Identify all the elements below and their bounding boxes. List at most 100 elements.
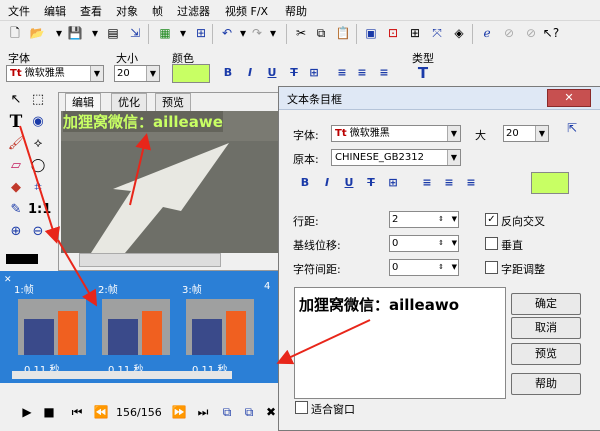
spin-icon[interactable]: ⇕ <box>438 212 444 227</box>
baseline-input[interactable]: 0 ⇕ ▼ <box>389 235 459 252</box>
menu-help[interactable]: 帮助 <box>285 3 307 19</box>
lasso-tool-icon[interactable]: ⟡ <box>28 134 48 154</box>
grid-icon[interactable]: ⊞ <box>406 24 424 42</box>
font-select[interactable]: Tt 微软雅黑 ▼ <box>6 65 104 82</box>
dropdown-arrow-icon[interactable]: ▾ <box>86 24 104 42</box>
cut-icon[interactable]: ✂ <box>292 24 310 42</box>
effect-icon[interactable]: ◈ <box>450 24 468 42</box>
chevron-down-icon[interactable]: ▼ <box>452 236 457 251</box>
wrap-icon[interactable]: ⊞ <box>306 65 322 81</box>
vertical-checkbox[interactable] <box>485 237 498 250</box>
text-preview-box[interactable]: 加狸窝微信：ailleawo <box>294 287 506 399</box>
crop-tool-icon[interactable]: ⌗ <box>28 178 48 198</box>
select-rect-icon[interactable]: ⬚ <box>28 90 48 110</box>
new-file-icon[interactable]: 🗋 <box>6 24 24 42</box>
frame-item[interactable]: 3:帧 0.11 秒 <box>180 281 260 379</box>
help-pointer-icon[interactable]: ↖? <box>542 24 560 42</box>
speech-bubble-icon[interactable]: ◯ <box>28 156 48 176</box>
text-type-icon[interactable]: T <box>415 65 431 81</box>
image-canvas[interactable]: 加狸窝微信：ailleawe <box>61 111 282 253</box>
stop-icon[interactable]: ■ <box>40 403 58 421</box>
crop-icon[interactable]: ▣ <box>362 24 380 42</box>
char-spacing-input[interactable]: 0 ⇕ ▼ <box>389 259 459 276</box>
menu-frame[interactable]: 帧 <box>152 3 163 19</box>
actual-size-icon[interactable]: 1:1 <box>28 200 51 220</box>
align-left-icon[interactable]: ≡ <box>334 65 350 81</box>
image-icon[interactable]: ▦ <box>156 24 174 42</box>
line-spacing-input[interactable]: 2 ⇕ ▼ <box>389 211 459 228</box>
dialog-close-button[interactable]: ✕ <box>547 89 591 107</box>
open-folder-icon[interactable]: 📂 <box>28 24 46 42</box>
bold-icon[interactable]: B <box>297 175 313 191</box>
pointer-tool-icon[interactable]: ↖ <box>6 90 26 110</box>
menu-edit[interactable]: 编辑 <box>44 3 66 19</box>
eyedropper-icon[interactable]: ✎ <box>6 200 26 220</box>
menu-filter[interactable]: 过滤器 <box>177 3 210 19</box>
resize-icon[interactable]: ⊡ <box>384 24 402 42</box>
fill-tool-icon[interactable]: ◆ <box>6 178 26 198</box>
underline-icon[interactable]: U <box>264 65 280 81</box>
preview-button[interactable]: 预览 <box>511 343 581 365</box>
align-center-icon[interactable]: ≡ <box>441 175 457 191</box>
menu-object[interactable]: 对象 <box>116 3 138 19</box>
align-center-icon[interactable]: ≡ <box>354 65 370 81</box>
save-icon[interactable]: 💾 <box>66 24 84 42</box>
play-icon[interactable]: ▶ <box>18 403 36 421</box>
text-tool-icon[interactable]: T <box>6 112 26 132</box>
menu-file[interactable]: 文件 <box>8 3 30 19</box>
copy-icon[interactable]: ⧉ <box>312 24 330 42</box>
color-swatch[interactable] <box>172 64 210 83</box>
dropdown-arrow-icon[interactable]: ▾ <box>174 24 192 42</box>
bold-icon[interactable]: B <box>220 65 236 81</box>
align-left-icon[interactable]: ≡ <box>419 175 435 191</box>
strikethrough-icon[interactable]: T <box>363 175 379 191</box>
color-swatch-black[interactable] <box>6 254 38 264</box>
align-right-icon[interactable]: ≡ <box>463 175 479 191</box>
canvas-text[interactable]: 加狸窝微信：ailleawe <box>63 111 223 132</box>
kerning-checkbox[interactable] <box>485 261 498 274</box>
align-right-icon[interactable]: ≡ <box>376 65 392 81</box>
paste-icon[interactable]: 📋 <box>334 24 352 42</box>
shape-tool-icon[interactable]: ◉ <box>28 112 48 132</box>
brush-tool-icon[interactable]: 🖌 <box>6 134 26 154</box>
charset-select[interactable]: CHINESE_GB2312 ▼ <box>331 149 461 166</box>
italic-icon[interactable]: I <box>242 65 258 81</box>
help-button[interactable]: 帮助 <box>511 373 581 395</box>
chevron-down-icon[interactable]: ▼ <box>452 212 457 227</box>
export-icon[interactable]: ⇲ <box>126 24 144 42</box>
eraser-tool-icon[interactable]: ▱ <box>6 156 26 176</box>
spin-icon[interactable]: ⇕ <box>438 260 444 275</box>
import-icon[interactable]: ▤ <box>104 24 122 42</box>
antialias-checkbox[interactable]: ✓ <box>485 213 498 226</box>
ok-button[interactable]: 确定 <box>511 293 581 315</box>
horizontal-scrollbar[interactable] <box>79 253 221 267</box>
cancel-button[interactable]: 取消 <box>511 317 581 339</box>
dropdown-arrow-icon[interactable]: ▾ <box>264 24 282 42</box>
close-icon[interactable]: ✕ <box>4 275 12 285</box>
dialog-size-select[interactable]: 20 ▼ <box>503 125 549 142</box>
tab-optimize[interactable]: 优化 <box>111 93 147 111</box>
size-select[interactable]: 20 ▼ <box>114 65 160 82</box>
frame-item[interactable]: 1:帧 0.11 秒 <box>12 281 92 379</box>
dialog-color-swatch[interactable] <box>531 172 569 194</box>
zoom-in-icon[interactable]: ⊕ <box>6 222 26 242</box>
chevron-down-icon[interactable]: ▼ <box>452 260 457 275</box>
underline-icon[interactable]: U <box>341 175 357 191</box>
browser-icon[interactable]: ℯ <box>478 24 496 42</box>
spin-icon[interactable]: ⇕ <box>438 236 444 251</box>
menu-video-fx[interactable]: 视频 F/X <box>225 3 268 19</box>
dialog-font-select[interactable]: Tt 微软雅黑 ▼ <box>331 125 461 142</box>
prev-frame-icon[interactable]: ⏪ <box>92 403 110 421</box>
tab-preview[interactable]: 预览 <box>155 93 191 111</box>
frame-item[interactable]: 2:帧 0.11 秒 <box>96 281 176 379</box>
italic-icon[interactable]: I <box>319 175 335 191</box>
tab-edit[interactable]: 编辑 <box>65 93 101 111</box>
last-frame-icon[interactable]: ⏭ <box>194 403 212 421</box>
frame-icon[interactable]: ⊞ <box>192 24 210 42</box>
duplicate-frame-icon[interactable]: ⧉ <box>240 403 258 421</box>
next-frame-icon[interactable]: ⏩ <box>170 403 188 421</box>
menu-view[interactable]: 查看 <box>80 3 102 19</box>
frames-scrollbar[interactable] <box>12 371 232 379</box>
zoom-out-icon[interactable]: ⊖ <box>28 222 48 242</box>
fit-window-checkbox[interactable] <box>295 401 308 414</box>
